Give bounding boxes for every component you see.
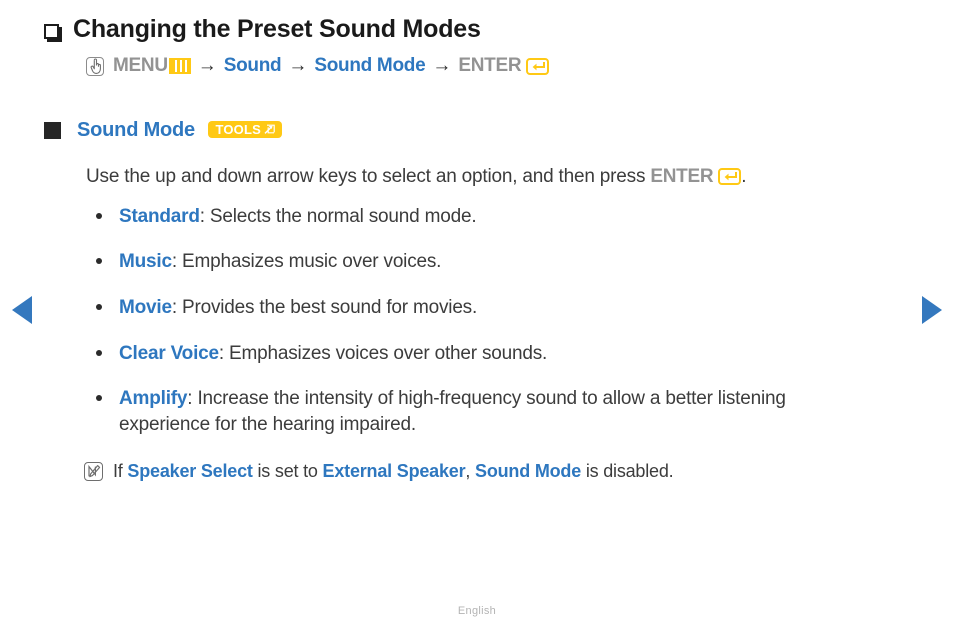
menu-step-sound-mode[interactable]: Sound Mode xyxy=(314,55,425,77)
square-outline-icon xyxy=(44,24,59,39)
section-title-wrap: Sound Mode TOOLS xyxy=(77,119,282,142)
instruction-text-before: Use the up and down arrow keys to select… xyxy=(86,166,651,187)
list-item-text: Standard: Selects the normal sound mode. xyxy=(119,204,477,230)
enter-label: ENTER xyxy=(458,55,522,76)
enter-key-icon xyxy=(526,57,550,75)
note-part-1: If xyxy=(113,461,128,482)
option-term: Amplify xyxy=(119,388,188,410)
menu-label: MENU xyxy=(113,55,168,76)
page-content: Changing the Preset Sound Modes MENU → S… xyxy=(44,14,904,484)
list-item-text: Music: Emphasizes music over voices. xyxy=(119,249,441,275)
option-term: Clear Voice xyxy=(119,342,219,364)
path-arrow-1: → xyxy=(197,55,217,76)
bullet-dot-icon xyxy=(96,349,102,356)
tools-arrow-icon xyxy=(264,124,275,134)
note-part-2: is set to xyxy=(252,461,323,482)
instruction-line: Use the up and down arrow keys to select… xyxy=(86,164,904,190)
list-item: Clear Voice: Emphasizes voices over othe… xyxy=(96,341,904,367)
note-text: If Speaker Select is set to External Spe… xyxy=(113,459,674,483)
next-page-arrow-icon[interactable] xyxy=(922,296,942,324)
list-item-text: Movie: Provides the best sound for movie… xyxy=(119,295,477,321)
option-desc: : Emphasizes music over voices. xyxy=(171,251,442,273)
list-item: Movie: Provides the best sound for movie… xyxy=(96,295,904,321)
note-part-4: is disabled. xyxy=(581,461,674,482)
list-item: Standard: Selects the normal sound mode. xyxy=(96,204,904,230)
bullet-dot-icon xyxy=(96,212,102,219)
note-term-sound-mode: Sound Mode xyxy=(475,461,582,482)
enter-key-icon xyxy=(718,168,742,185)
tools-badge[interactable]: TOOLS xyxy=(208,121,282,138)
bullet-dot-icon xyxy=(96,303,102,310)
list-item: Amplify: Increase the intensity of high-… xyxy=(96,386,904,437)
section-sound-mode: Sound Mode TOOLS xyxy=(44,119,904,142)
section-title: Sound Mode xyxy=(77,119,195,141)
list-item-text: Clear Voice: Emphasizes voices over othe… xyxy=(119,341,547,367)
manual-page: Changing the Preset Sound Modes MENU → S… xyxy=(0,0,954,624)
prev-page-arrow-icon[interactable] xyxy=(12,296,32,324)
list-item-text: Amplify: Increase the intensity of high-… xyxy=(119,386,879,437)
option-desc: : Increase the intensity of high-frequen… xyxy=(119,388,786,435)
instruction-text-after: . xyxy=(741,166,747,187)
list-item: Music: Emphasizes music over voices. xyxy=(96,249,904,275)
note-part-3: , xyxy=(465,461,476,482)
instruction-enter-label: ENTER xyxy=(650,166,714,187)
menu-step-sound[interactable]: Sound xyxy=(224,55,282,77)
option-term: Movie xyxy=(119,296,172,318)
path-arrow-3: → xyxy=(432,55,452,76)
bullet-dot-icon xyxy=(96,395,102,402)
sound-mode-options-list: Standard: Selects the normal sound mode.… xyxy=(96,204,904,438)
menu-path: MENU → Sound → Sound Mode → ENTER xyxy=(86,55,904,77)
note-n-icon xyxy=(84,462,103,482)
page-title: Changing the Preset Sound Modes xyxy=(73,15,481,43)
note-row: If Speaker Select is set to External Spe… xyxy=(84,459,904,483)
tools-badge-label: TOOLS xyxy=(215,122,261,137)
bullet-dot-icon xyxy=(96,258,102,265)
option-desc: : Emphasizes voices over other sounds. xyxy=(218,342,548,364)
square-solid-icon xyxy=(44,122,61,139)
footer-language: English xyxy=(457,605,497,617)
note-term-speaker-select: Speaker Select xyxy=(127,461,253,482)
hand-pointer-icon xyxy=(86,56,104,76)
menu-bars-icon xyxy=(168,58,191,74)
option-term: Standard xyxy=(119,205,200,227)
note-term-external-speaker: External Speaker xyxy=(322,461,466,482)
option-desc: : Provides the best sound for movies. xyxy=(171,296,478,318)
option-desc: : Selects the normal sound mode. xyxy=(199,205,477,227)
page-heading: Changing the Preset Sound Modes xyxy=(44,14,904,44)
option-term: Music xyxy=(119,251,172,273)
path-arrow-2: → xyxy=(288,55,308,76)
